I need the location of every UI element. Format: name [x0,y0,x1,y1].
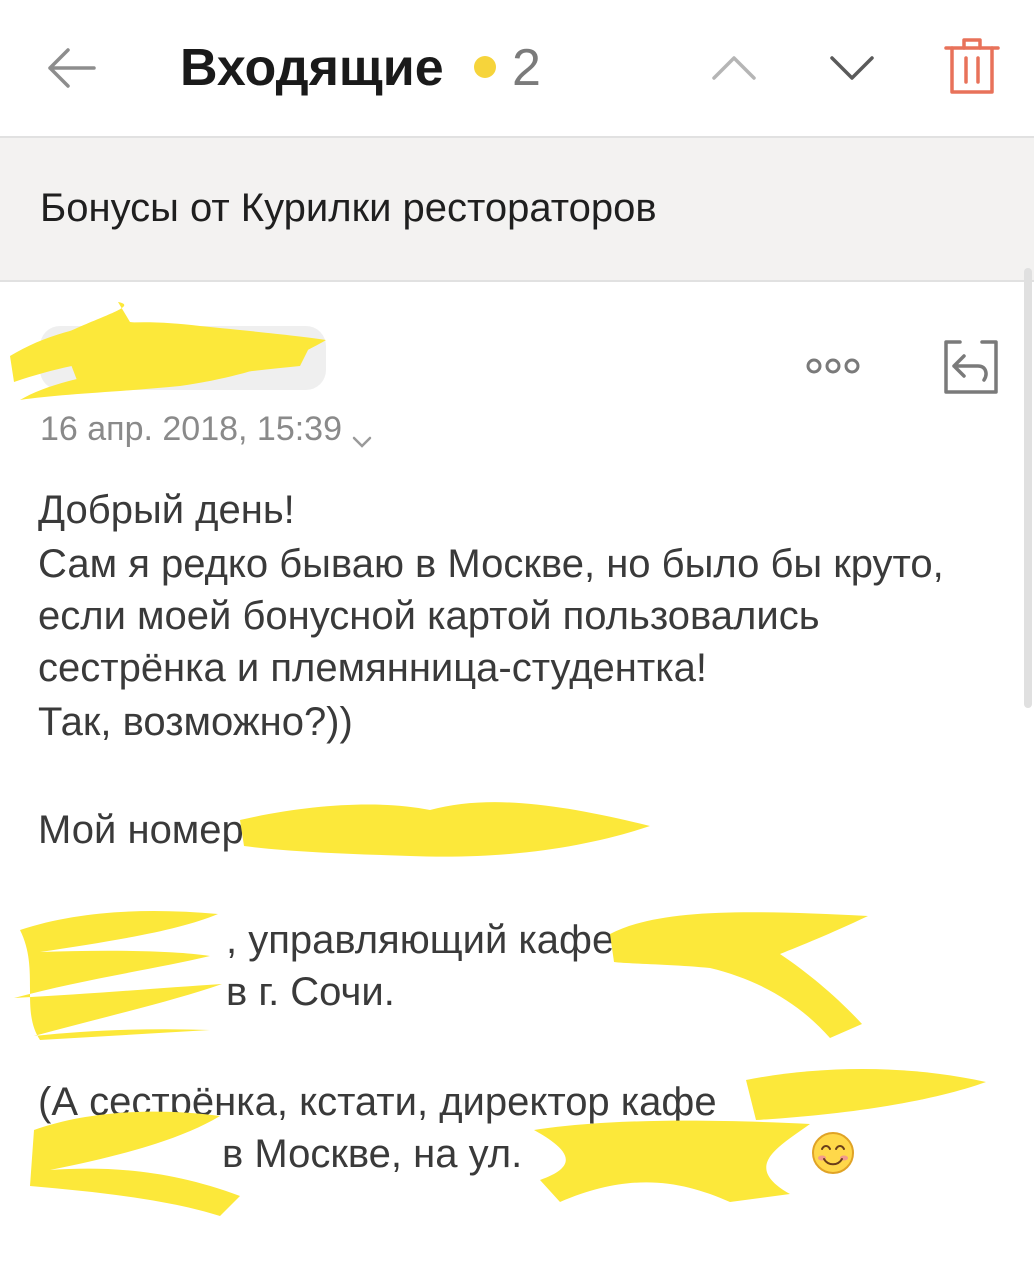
sister-cafe-redaction [746,1069,986,1120]
back-arrow-icon[interactable] [44,40,100,96]
page-title: Входящие [180,39,444,97]
phone-redaction [240,802,650,857]
reply-icon[interactable] [940,336,1002,398]
body-line: Сам я редко бываю в Москве, но было бы к… [38,542,944,586]
body-line: (А сестрёнка, кстати, директор кафе [38,1080,717,1124]
scrollbar[interactable] [1024,268,1032,708]
smiling-face-icon [812,1132,854,1174]
more-dots-icon[interactable] [800,348,870,384]
body-line: Добрый день! [38,488,295,532]
chevron-down-icon [350,420,374,448]
sender-chip[interactable] [40,326,326,390]
body-line: Так, возможно?)) [38,700,353,744]
body-line: сестрёнка и племянница-студентка! [38,646,707,690]
body-line: в Москве, на ул. [222,1132,523,1176]
cafe-redaction [610,912,868,1038]
body-line: Мой номер [38,808,244,852]
unread-count: 2 [512,39,541,97]
email-subject: Бонусы от Курилки рестораторов [40,186,657,230]
unread-indicator-dot [474,56,496,78]
body-line: в г. Сочи. [226,970,395,1014]
chevron-up-icon[interactable] [706,40,762,96]
body-line: , управляющий кафе [226,918,615,962]
message-date[interactable]: 16 апр. 2018, 15:39 [40,406,374,452]
top-app-bar: Входящие 2 [0,0,1034,138]
subject-bar: Бонусы от Курилки рестораторов [0,138,1034,282]
body-line: если моей бонусной картой пользовались [38,594,820,638]
name-redaction [14,911,222,1040]
date-text: 16 апр. 2018, 15:39 [40,410,342,448]
email-view: Входящие 2 Бонусы от Курилки рестораторо… [0,0,1034,1280]
trash-icon[interactable] [940,34,1004,98]
chevron-down-icon[interactable] [824,40,880,96]
